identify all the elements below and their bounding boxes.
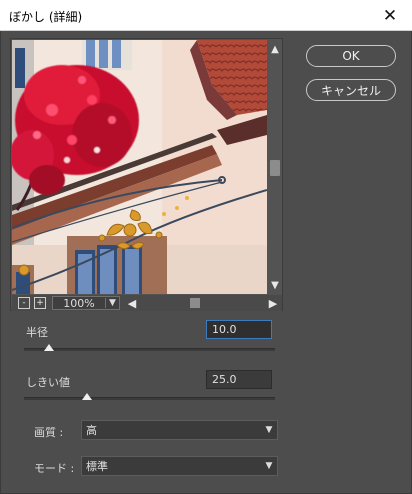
quality-label: 画質 : xyxy=(34,426,64,439)
radius-slider-track[interactable] xyxy=(24,348,275,351)
dialog-body: ▲ ▼ - + 100% ▼ ◀ ▶ OK キャンセル 半径 しきい値 画質 :… xyxy=(0,31,412,494)
scroll-right-arrow-icon[interactable]: ▶ xyxy=(266,295,280,311)
chevron-down-icon: ▼ xyxy=(265,425,273,435)
chevron-down-icon: ▼ xyxy=(265,461,273,471)
cancel-button[interactable]: キャンセル xyxy=(306,79,396,101)
horizontal-scroll-thumb[interactable] xyxy=(190,298,200,308)
scroll-up-arrow-icon[interactable]: ▲ xyxy=(269,42,281,56)
zoom-out-icon[interactable]: - xyxy=(18,297,30,309)
quality-value: 高 xyxy=(86,424,97,437)
quality-select[interactable]: 高 ▼ xyxy=(81,420,278,440)
preview-vertical-scrollbar[interactable]: ▲ ▼ xyxy=(268,40,282,294)
mode-value: 標準 xyxy=(86,460,108,473)
threshold-input[interactable] xyxy=(206,370,272,389)
threshold-label: しきい値 xyxy=(26,376,70,389)
mode-select[interactable]: 標準 ▼ xyxy=(81,456,278,476)
preview-horizontal-scrollbar[interactable]: ◀ ▶ xyxy=(125,295,280,311)
mode-label: モード : xyxy=(34,462,75,475)
preview-panel: ▲ ▼ - + 100% ▼ ◀ ▶ xyxy=(10,38,283,311)
window-title: ぼかし (詳細) xyxy=(9,10,83,24)
ok-button[interactable]: OK xyxy=(306,45,396,67)
title-bar: ぼかし (詳細) ✕ xyxy=(0,0,412,31)
threshold-slider-track[interactable] xyxy=(24,397,275,400)
threshold-slider-knob[interactable] xyxy=(81,393,92,400)
zoom-level-value: 100% xyxy=(63,296,95,310)
vertical-scroll-thumb[interactable] xyxy=(270,160,280,176)
zoom-level-select[interactable]: 100% ▼ xyxy=(52,296,120,310)
scroll-left-arrow-icon[interactable]: ◀ xyxy=(125,295,139,311)
preview-image[interactable] xyxy=(12,40,267,294)
preview-toolbar: - + 100% ▼ ◀ ▶ xyxy=(12,295,282,311)
close-icon[interactable]: ✕ xyxy=(368,0,412,31)
radius-slider-knob[interactable] xyxy=(44,344,55,351)
radius-input[interactable] xyxy=(206,320,272,339)
chevron-down-icon: ▼ xyxy=(105,298,119,308)
zoom-in-icon[interactable]: + xyxy=(34,297,46,309)
radius-label: 半径 xyxy=(26,326,48,339)
scroll-down-arrow-icon[interactable]: ▼ xyxy=(269,278,281,292)
